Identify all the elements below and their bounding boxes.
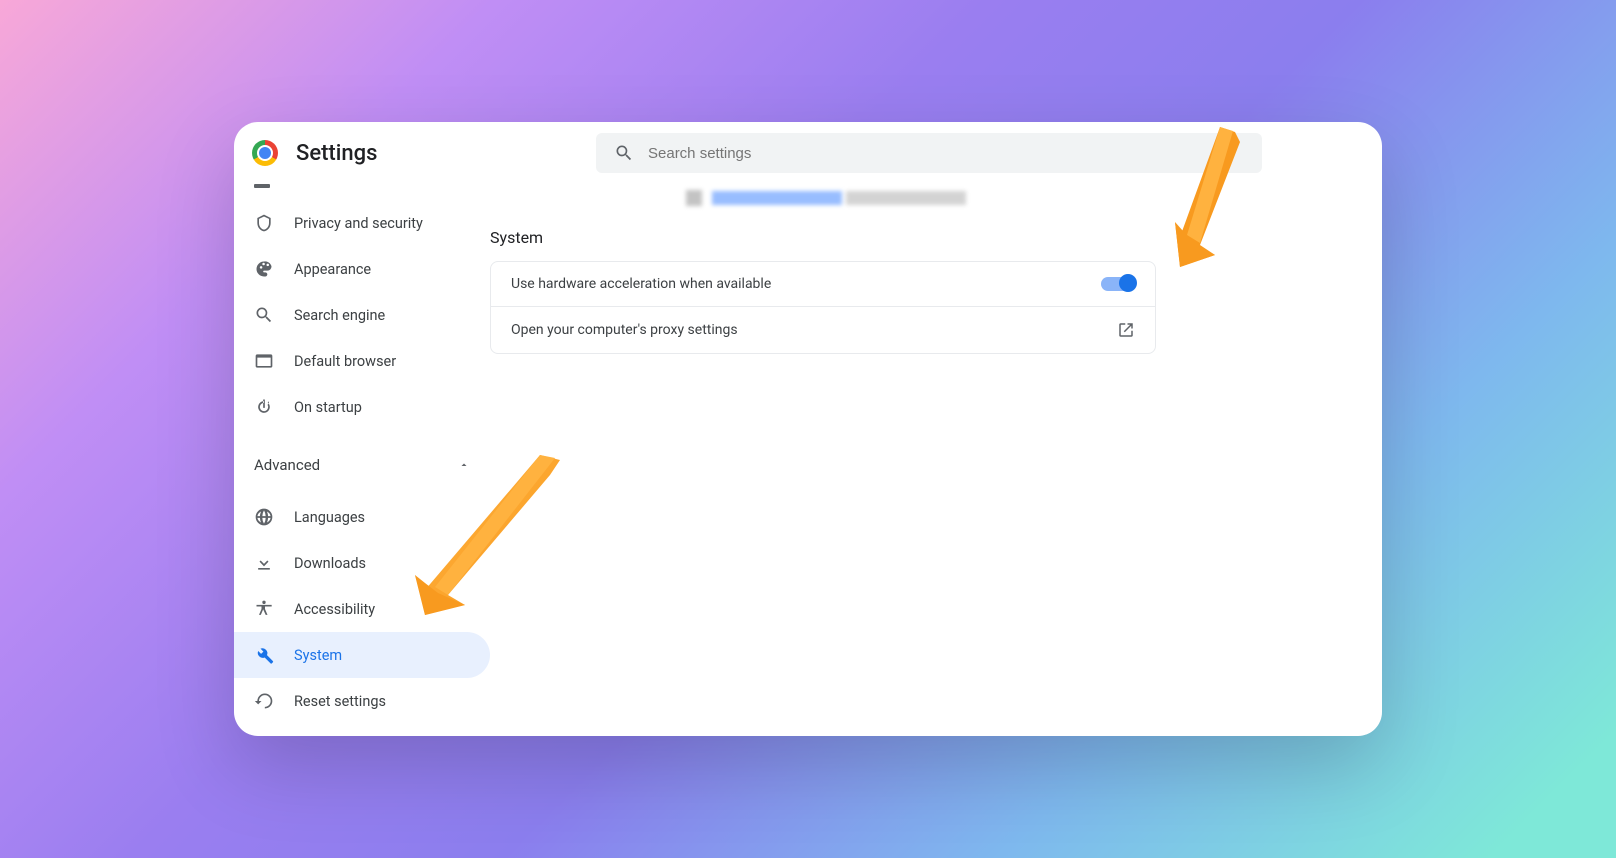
sidebar-item-downloads[interactable]: Downloads <box>234 540 490 586</box>
sidebar-item-label: Search engine <box>294 307 385 324</box>
search-icon <box>614 143 634 163</box>
sidebar-item-label: Languages <box>294 509 365 526</box>
row-hardware-acceleration[interactable]: Use hardware acceleration when available <box>491 262 1155 306</box>
search-icon <box>254 305 274 325</box>
system-card: Use hardware acceleration when available… <box>490 261 1156 354</box>
sidebar-item-label: Accessibility <box>294 601 375 618</box>
sidebar-item-accessibility[interactable]: Accessibility <box>234 586 490 632</box>
globe-icon <box>254 507 274 527</box>
sidebar-item-label: Reset settings <box>294 693 386 710</box>
sidebar-item-system[interactable]: System <box>234 632 490 678</box>
row-proxy-settings[interactable]: Open your computer's proxy settings <box>491 306 1155 353</box>
chrome-logo-icon <box>252 140 278 166</box>
sidebar-item-appearance[interactable]: Appearance <box>234 246 490 292</box>
sidebar-item-label: Appearance <box>294 261 371 278</box>
sidebar-item-privacy[interactable]: Privacy and security <box>234 200 490 246</box>
section-title: System <box>490 228 1382 247</box>
sidebar-item-languages[interactable]: Languages <box>234 494 490 540</box>
sidebar-item-search-engine[interactable]: Search engine <box>234 292 490 338</box>
sidebar-item-label: On startup <box>294 399 362 416</box>
sidebar-item-label: System <box>294 647 342 664</box>
shield-icon <box>254 213 274 233</box>
external-link-icon <box>1117 321 1135 339</box>
chevron-up-icon <box>458 459 470 471</box>
row-label: Use hardware acceleration when available <box>511 276 771 292</box>
sidebar-advanced-toggle[interactable]: Advanced <box>234 438 490 486</box>
settings-window: Settings Privacy and security Appearance <box>234 122 1382 736</box>
browser-icon <box>254 351 274 371</box>
accessibility-icon <box>254 599 274 619</box>
sidebar: Privacy and security Appearance Search e… <box>234 180 490 736</box>
sidebar-item-label: Downloads <box>294 555 366 572</box>
sidebar-item-reset-settings[interactable]: Reset settings <box>234 678 490 724</box>
sidebar-item-on-startup[interactable]: On startup <box>234 384 490 430</box>
sidebar-item-label: Privacy and security <box>294 215 423 232</box>
toggle-knob <box>1119 274 1137 292</box>
sidebar-advanced-label: Advanced <box>254 456 320 474</box>
search-box[interactable] <box>596 133 1262 173</box>
content-area: System Use hardware acceleration when av… <box>490 180 1382 736</box>
hardware-acceleration-toggle[interactable] <box>1101 277 1135 291</box>
sidebar-item-label: Default browser <box>294 353 396 370</box>
page-title: Settings <box>296 141 596 166</box>
restore-icon <box>254 691 274 711</box>
row-label: Open your computer's proxy settings <box>511 322 738 338</box>
palette-icon <box>254 259 274 279</box>
power-icon <box>254 397 274 417</box>
download-icon <box>254 553 274 573</box>
body: Privacy and security Appearance Search e… <box>234 180 1382 736</box>
header: Settings <box>234 122 1382 180</box>
wrench-icon <box>254 645 274 665</box>
sidebar-basic-section: Privacy and security Appearance Search e… <box>234 192 490 438</box>
sidebar-item-partial[interactable] <box>234 180 490 192</box>
sidebar-item-default-browser[interactable]: Default browser <box>234 338 490 384</box>
search-input[interactable] <box>648 145 1244 162</box>
autofill-icon <box>254 184 270 188</box>
sidebar-advanced-section: Languages Downloads Accessibility System… <box>234 486 490 732</box>
redacted-content <box>686 190 970 210</box>
